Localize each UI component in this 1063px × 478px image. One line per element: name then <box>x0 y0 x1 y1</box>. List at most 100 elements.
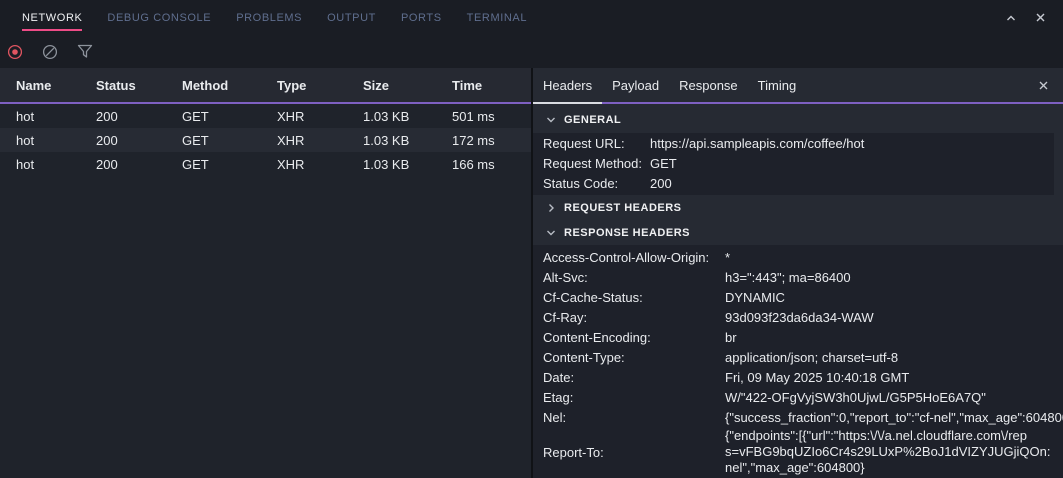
general-block: Request URL: https://api.sampleapis.com/… <box>533 133 1054 195</box>
kv-label: Alt-Svc: <box>543 268 725 288</box>
cell-size: 1.03 KB <box>363 157 452 172</box>
kv-value: * <box>725 248 1063 268</box>
cell-name: hot <box>0 109 96 124</box>
kv-row: Access-Control-Allow-Origin: * <box>533 248 1063 268</box>
cell-method: GET <box>182 157 277 172</box>
kv-value: {"success_fraction":0,"report_to":"cf-ne… <box>725 408 1063 428</box>
column-header-name[interactable]: Name <box>0 78 96 93</box>
table-row[interactable]: hot 200 GET XHR 1.03 KB 501 ms <box>0 104 531 128</box>
tab-ports[interactable]: PORTS <box>401 0 442 35</box>
kv-label: Content-Type: <box>543 348 725 368</box>
cell-time: 166 ms <box>452 157 531 172</box>
kv-value: 93d093f23da6da34-WAW <box>725 308 1063 328</box>
tab-payload[interactable]: Payload <box>602 68 669 102</box>
tab-output[interactable]: OUTPUT <box>327 0 376 35</box>
cell-type: XHR <box>277 157 363 172</box>
kv-value: application/json; charset=utf-8 <box>725 348 1063 368</box>
request-details-panel: Headers Payload Response Timing GENERAL … <box>533 68 1063 478</box>
chevron-up-icon[interactable] <box>1003 10 1019 26</box>
record-icon[interactable] <box>7 44 23 60</box>
table-row[interactable]: hot 200 GET XHR 1.03 KB 172 ms <box>0 128 531 152</box>
kv-label: Cf-Ray: <box>543 308 725 328</box>
chevron-down-icon <box>545 114 557 126</box>
panel-tab-bar: NETWORK DEBUG CONSOLE PROBLEMS OUTPUT PO… <box>0 0 1063 35</box>
kv-value: DYNAMIC <box>725 288 1063 308</box>
tab-debug-console[interactable]: DEBUG CONSOLE <box>107 0 211 35</box>
panel-window-controls <box>1003 0 1063 35</box>
column-header-type[interactable]: Type <box>277 78 363 93</box>
headers-detail-body: GENERAL Request URL: https://api.samplea… <box>533 104 1063 478</box>
kv-label: Date: <box>543 368 725 388</box>
cell-type: XHR <box>277 133 363 148</box>
close-icon[interactable] <box>1035 77 1051 93</box>
kv-label: Content-Encoding: <box>543 328 725 348</box>
kv-label: Etag: <box>543 388 725 408</box>
cell-size: 1.03 KB <box>363 109 452 124</box>
kv-row: Etag: W/"422-OFgVyjSW3h0UjwL/G5P5HoE6A7Q… <box>533 388 1063 408</box>
tab-terminal[interactable]: TERMINAL <box>467 0 527 35</box>
kv-row: Request URL: https://api.sampleapis.com/… <box>533 134 1054 154</box>
cell-method: GET <box>182 109 277 124</box>
tab-response[interactable]: Response <box>669 68 748 102</box>
cell-time: 501 ms <box>452 109 531 124</box>
cell-status: 200 <box>96 157 182 172</box>
kv-row: Nel: {"success_fraction":0,"report_to":"… <box>533 408 1063 428</box>
tab-headers[interactable]: Headers <box>533 68 602 104</box>
section-title: REQUEST HEADERS <box>564 202 682 214</box>
network-toolbar <box>0 35 1063 68</box>
kv-value: h3=":443"; ma=86400 <box>725 268 1063 288</box>
filter-funnel-icon[interactable] <box>77 44 93 60</box>
column-header-status[interactable]: Status <box>96 78 182 93</box>
tab-timing[interactable]: Timing <box>748 68 807 102</box>
kv-row: Content-Encoding: br <box>533 328 1063 348</box>
chevron-right-icon <box>545 202 557 214</box>
kv-row: Cf-Ray: 93d093f23da6da34-WAW <box>533 308 1063 328</box>
kv-row: Status Code: 200 <box>533 174 1054 194</box>
column-header-method[interactable]: Method <box>182 78 277 93</box>
kv-label: Access-Control-Allow-Origin: <box>543 248 725 268</box>
kv-row: Cf-Cache-Status: DYNAMIC <box>533 288 1063 308</box>
cell-size: 1.03 KB <box>363 133 452 148</box>
kv-label: Cf-Cache-Status: <box>543 288 725 308</box>
kv-label: Status Code: <box>543 174 650 194</box>
table-row[interactable]: hot 200 GET XHR 1.03 KB 166 ms <box>0 152 531 176</box>
cell-time: 172 ms <box>452 133 531 148</box>
cell-status: 200 <box>96 109 182 124</box>
cell-name: hot <box>0 133 96 148</box>
cell-name: hot <box>0 157 96 172</box>
tab-network[interactable]: NETWORK <box>22 0 82 35</box>
tab-problems[interactable]: PROBLEMS <box>236 0 302 35</box>
kv-value: Fri, 09 May 2025 10:40:18 GMT <box>725 368 1063 388</box>
response-headers-block: Access-Control-Allow-Origin: * Alt-Svc: … <box>533 245 1063 478</box>
section-title: RESPONSE HEADERS <box>564 227 690 239</box>
kv-value-line: {"endpoints":[{"url":"https:\/\/a.nel.cl… <box>725 428 1063 444</box>
kv-value: W/"422-OFgVyjSW3h0UjwL/G5P5HoE6A7Q" <box>725 388 1063 408</box>
section-title: GENERAL <box>564 114 621 126</box>
section-general[interactable]: GENERAL <box>533 104 1063 133</box>
kv-label: Request Method: <box>543 154 650 174</box>
close-icon[interactable] <box>1032 10 1048 26</box>
request-table-header: Name Status Method Type Size Time <box>0 68 531 104</box>
column-header-time[interactable]: Time <box>452 78 531 93</box>
network-panel-body: Name Status Method Type Size Time hot 20… <box>0 68 1063 478</box>
section-request-headers[interactable]: REQUEST HEADERS <box>533 195 1063 220</box>
cell-type: XHR <box>277 109 363 124</box>
kv-value: 200 <box>650 174 1054 194</box>
kv-value-line: s=vFBG9bqUZIo6Cr4s29LUxP%2BoJ1dVIZYJUGji… <box>725 444 1063 460</box>
chevron-down-icon <box>545 227 557 239</box>
column-header-size[interactable]: Size <box>363 78 452 93</box>
kv-label: Nel: <box>543 408 725 428</box>
details-tab-bar: Headers Payload Response Timing <box>533 68 1063 104</box>
kv-value: br <box>725 328 1063 348</box>
kv-value: GET <box>650 154 1054 174</box>
circle-slash-icon[interactable] <box>42 44 58 60</box>
cell-method: GET <box>182 133 277 148</box>
kv-label: Request URL: <box>543 134 650 154</box>
kv-row-report-to: Report-To: {"endpoints":[{"url":"https:\… <box>533 428 1063 476</box>
request-table: Name Status Method Type Size Time hot 20… <box>0 68 531 478</box>
kv-value-line: nel","max_age":604800} <box>725 460 1063 476</box>
cell-status: 200 <box>96 133 182 148</box>
kv-row: Alt-Svc: h3=":443"; ma=86400 <box>533 268 1063 288</box>
section-response-headers[interactable]: RESPONSE HEADERS <box>533 220 1063 245</box>
kv-label: Report-To: <box>543 445 725 460</box>
